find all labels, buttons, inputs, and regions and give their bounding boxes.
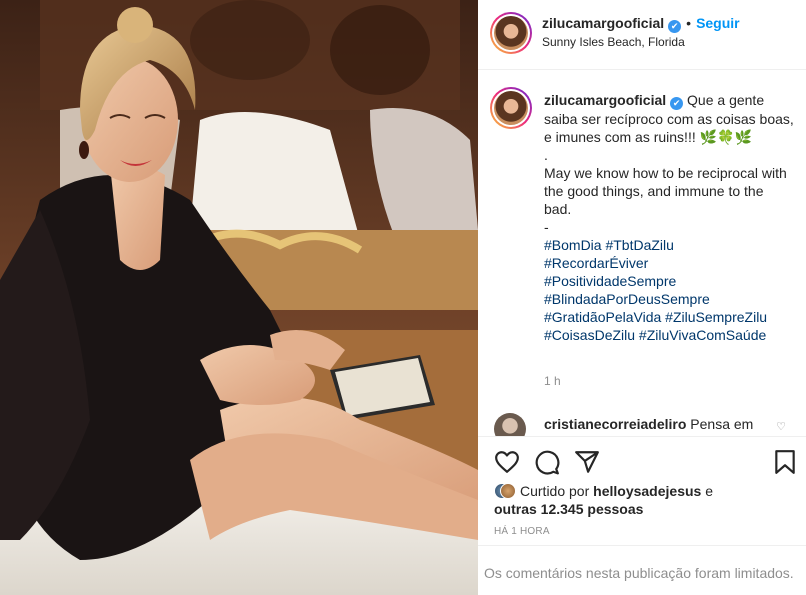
follow-button[interactable]: Seguir — [696, 15, 740, 31]
author-username[interactable]: zilucamargooficial — [542, 15, 664, 31]
liker-avatar[interactable] — [494, 483, 516, 501]
caption-english: May we know how to be reciprocal with th… — [544, 165, 787, 217]
caption-author-avatar[interactable] — [490, 87, 532, 129]
comment-icon[interactable] — [534, 449, 560, 475]
comment-item: cristianecorreiadeliro Pensa em ♡ — [478, 404, 806, 436]
comments-limited-notice: Os comentários nesta publicação foram li… — [478, 545, 806, 595]
hashtag-line[interactable]: #BlindadaPorDeusSempre — [544, 290, 794, 308]
small-heart-icon[interactable]: ♡ — [776, 420, 786, 433]
author-avatar[interactable] — [490, 12, 532, 54]
comment-text: Pensa em — [690, 416, 754, 432]
caption-area: zilucamargooficial ✔ Que a gente saiba se… — [478, 71, 806, 436]
likes-line-1: Curtido por helloysadejesus e — [520, 482, 713, 500]
verified-badge-icon: ✔ — [668, 20, 682, 33]
likes-count[interactable]: outras 12.345 pessoas — [494, 500, 643, 518]
comment-text-line: cristianecorreiadeliro Pensa em — [544, 416, 753, 432]
hashtag-line[interactable]: #GratidãoPelaVida #ZiluSempreZilu — [544, 308, 794, 326]
post-timestamp[interactable]: HÁ 1 HORA — [494, 526, 550, 537]
hashtag-line[interactable]: #RecordarÉviver — [544, 254, 794, 272]
hashtag-line[interactable]: #CoisasDeZilu #ZiluVivaComSaúde — [544, 326, 794, 344]
post-sidebar: zilucamargooficial ✔ • Seguir Sunny Isles B… — [478, 0, 806, 595]
caption-verified-badge-icon: ✔ — [670, 97, 684, 110]
caption-dot: . — [544, 147, 548, 163]
caption-dash: - — [544, 219, 549, 235]
liked-by-prefix: Curtido por — [520, 483, 590, 499]
bookmark-icon[interactable] — [772, 449, 798, 475]
share-icon[interactable] — [574, 449, 600, 475]
action-bar — [478, 436, 806, 486]
separator-dot: • — [686, 15, 692, 31]
header-user-line: zilucamargooficial ✔ • Seguir — [542, 15, 740, 33]
hashtag-line[interactable]: #BomDia #TbtDaZilu — [544, 236, 794, 254]
liker-username[interactable]: helloysadejesus — [593, 483, 701, 499]
photo-illustration — [0, 0, 478, 595]
hashtag-line[interactable]: #PositividadeSempre — [544, 272, 794, 290]
post-location[interactable]: Sunny Isles Beach, Florida — [542, 35, 685, 49]
post-photo[interactable] — [0, 0, 478, 595]
caption-time[interactable]: 1 h — [544, 374, 561, 388]
commenter-username[interactable]: cristianecorreiadeliro — [544, 416, 686, 432]
post-header: zilucamargooficial ✔ • Seguir Sunny Isles B… — [478, 0, 806, 70]
caption-username[interactable]: zilucamargooficial — [544, 92, 666, 108]
heart-icon[interactable] — [494, 449, 520, 475]
commenter-avatar[interactable] — [494, 413, 526, 436]
caption-text: zilucamargooficial ✔ Que a gente saiba se… — [544, 91, 794, 344]
likes-conjunction: e — [705, 483, 714, 499]
